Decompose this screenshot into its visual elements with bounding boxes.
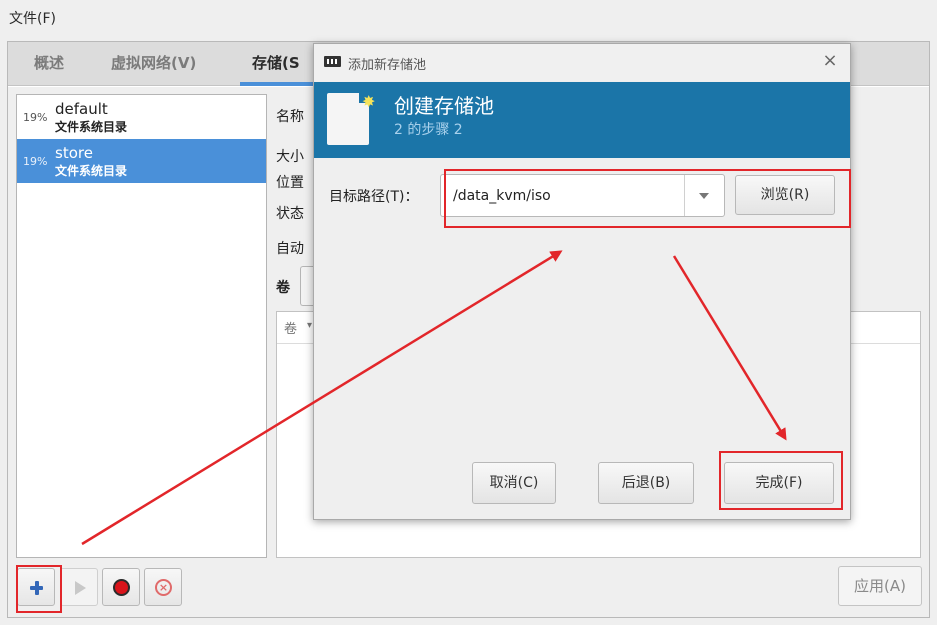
detail-location-label: 位置 bbox=[276, 175, 304, 191]
tab-overview[interactable]: 概述 bbox=[34, 52, 64, 73]
detail-state-label: 状态 bbox=[276, 206, 304, 222]
add-pool-button[interactable] bbox=[17, 568, 55, 606]
pool-item-default[interactable]: 19% default 文件系统目录 bbox=[17, 95, 266, 139]
menu-file[interactable]: 文件(F) bbox=[9, 8, 56, 28]
detail-autostart-label: 自动 bbox=[276, 241, 304, 257]
play-icon bbox=[75, 581, 86, 595]
detail-name-label: 名称 bbox=[276, 109, 304, 125]
dialog-title: 添加新存储池 bbox=[348, 58, 427, 73]
apply-button[interactable]: 应用(A) bbox=[838, 566, 922, 606]
pool-usage-percent: 19% bbox=[23, 111, 48, 124]
delete-icon: × bbox=[155, 579, 172, 596]
pool-type: 文件系统目录 bbox=[55, 120, 128, 134]
pool-item-store[interactable]: 19% store 文件系统目录 bbox=[17, 139, 266, 183]
browse-button[interactable]: 浏览(R) bbox=[735, 175, 835, 215]
dropdown-arrow-icon[interactable] bbox=[699, 193, 709, 199]
stop-pool-button[interactable] bbox=[102, 568, 140, 606]
sort-caret-icon: ▾ bbox=[307, 320, 313, 331]
tab-storage[interactable]: 存储(S bbox=[252, 52, 314, 73]
pool-usage-percent: 19% bbox=[23, 155, 48, 168]
app-icon bbox=[324, 56, 341, 67]
target-path-label: 目标路径(T)： bbox=[329, 189, 419, 205]
tab-virtual-network[interactable]: 虚拟网络(V) bbox=[111, 52, 196, 73]
back-button[interactable]: 后退(B) bbox=[598, 462, 694, 504]
active-tab-indicator bbox=[240, 82, 314, 86]
pool-type: 文件系统目录 bbox=[55, 164, 128, 178]
add-icon bbox=[34, 581, 39, 595]
target-path-input[interactable] bbox=[441, 175, 684, 216]
cancel-button[interactable]: 取消(C) bbox=[472, 462, 556, 504]
finish-button[interactable]: 完成(F) bbox=[724, 462, 834, 504]
volume-column-header[interactable]: 卷 bbox=[284, 318, 297, 337]
delete-pool-button[interactable]: × bbox=[144, 568, 182, 606]
combo-divider bbox=[684, 175, 685, 216]
pool-name: default bbox=[55, 100, 108, 118]
menubar bbox=[0, 0, 937, 34]
target-path-combo[interactable] bbox=[440, 174, 725, 217]
detail-size-label: 大小 bbox=[276, 149, 304, 165]
stop-icon bbox=[113, 579, 130, 596]
close-icon[interactable]: × bbox=[820, 51, 840, 71]
pool-name: store bbox=[55, 144, 93, 162]
start-pool-button[interactable] bbox=[60, 568, 98, 606]
banner-step: 2 的步骤 2 bbox=[394, 122, 463, 138]
star-icon: ✸ bbox=[362, 92, 376, 111]
volumes-heading: 卷 bbox=[276, 280, 290, 296]
banner-title: 创建存储池 bbox=[394, 94, 494, 118]
